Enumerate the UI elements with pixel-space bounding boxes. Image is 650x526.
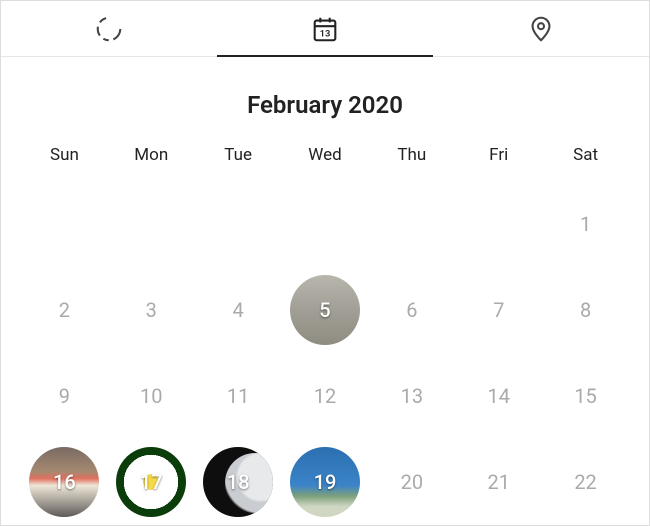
photo-thumbnail[interactable]: 19: [290, 447, 360, 517]
day-with-photo[interactable]: 17: [108, 439, 195, 525]
day-cell[interactable]: 3: [108, 267, 195, 353]
tab-location[interactable]: [433, 1, 649, 56]
day-cell[interactable]: 7: [455, 267, 542, 353]
day-number: 18: [227, 470, 250, 494]
day-cell[interactable]: 1: [542, 181, 629, 267]
day-number: 16: [53, 470, 76, 494]
stories-icon: [94, 14, 124, 44]
calendar-icon-date: 13: [320, 28, 331, 39]
day-number: 17: [140, 470, 163, 494]
tab-stories[interactable]: [1, 1, 217, 56]
day-cell[interactable]: 12: [282, 353, 369, 439]
day-header: Thu: [368, 139, 455, 181]
photo-thumbnail[interactable]: 5: [290, 275, 360, 345]
day-with-photo[interactable]: 18: [195, 439, 282, 525]
day-cell[interactable]: 20: [368, 439, 455, 525]
day-cell[interactable]: 15: [542, 353, 629, 439]
day-header: Sun: [21, 139, 108, 181]
day-cell[interactable]: 4: [195, 267, 282, 353]
location-pin-icon: [526, 14, 556, 44]
day-cell[interactable]: 2: [21, 267, 108, 353]
day-cell[interactable]: 10: [108, 353, 195, 439]
day-header: Tue: [195, 139, 282, 181]
day-number: 5: [319, 298, 330, 322]
day-cell[interactable]: 11: [195, 353, 282, 439]
day-with-photo[interactable]: 5: [282, 267, 369, 353]
day-cell[interactable]: 8: [542, 267, 629, 353]
day-with-photo[interactable]: 19: [282, 439, 369, 525]
photo-thumbnail[interactable]: 17: [116, 447, 186, 517]
day-cell[interactable]: 14: [455, 353, 542, 439]
day-of-week-row: SunMonTueWedThuFriSat: [1, 139, 649, 181]
day-number: 19: [314, 470, 337, 494]
photo-thumbnail[interactable]: 16: [29, 447, 99, 517]
photo-thumbnail[interactable]: 18: [203, 447, 273, 517]
day-cell[interactable]: 13: [368, 353, 455, 439]
day-cell[interactable]: 21: [455, 439, 542, 525]
day-header: Fri: [455, 139, 542, 181]
tab-calendar[interactable]: 13: [217, 1, 433, 56]
day-header: Wed: [282, 139, 369, 181]
day-with-photo[interactable]: 16: [21, 439, 108, 525]
day-header: Mon: [108, 139, 195, 181]
calendar-grid: 12345678910111213141516171819202122: [1, 181, 649, 525]
day-cell[interactable]: 6: [368, 267, 455, 353]
calendar-icon: 13: [310, 14, 340, 44]
day-header: Sat: [542, 139, 629, 181]
day-cell[interactable]: 9: [21, 353, 108, 439]
month-title: February 2020: [1, 91, 649, 119]
tab-bar: 13: [1, 1, 649, 57]
day-cell[interactable]: 22: [542, 439, 629, 525]
